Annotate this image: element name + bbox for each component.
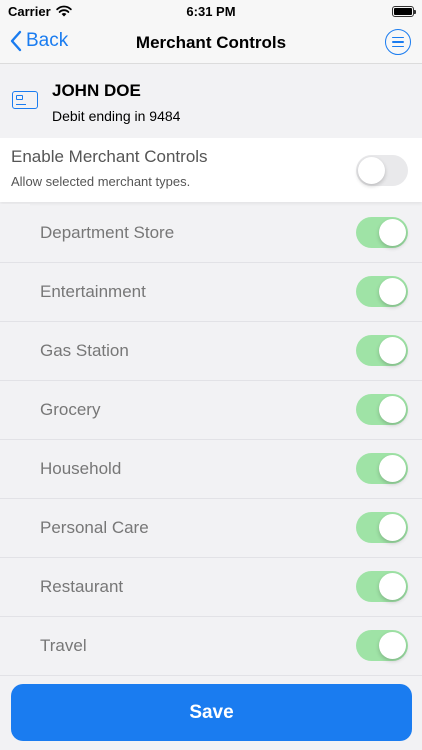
menu-button[interactable]	[385, 29, 411, 55]
toggle-knob	[379, 632, 406, 659]
card-info: JOHN DOE Debit ending in 9484	[0, 65, 422, 137]
merchant-row: Entertainment	[0, 263, 422, 322]
cardholder-name: JOHN DOE	[52, 81, 141, 100]
merchant-label: Household	[40, 459, 122, 478]
toggle-knob	[358, 157, 385, 184]
merchant-toggle[interactable]	[356, 276, 408, 307]
merchant-label: Entertainment	[40, 282, 146, 301]
battery-icon	[392, 5, 416, 17]
status-left: Carrier	[8, 4, 72, 19]
toggle-knob	[379, 573, 406, 600]
merchant-label: Travel	[40, 636, 87, 655]
merchant-label: Department Store	[40, 223, 175, 242]
merchant-row: Grocery	[0, 381, 422, 440]
merchant-list: Department Store Entertainment Gas Station…	[0, 204, 422, 676]
menu-icon	[392, 36, 404, 39]
toggle-knob	[379, 219, 406, 246]
merchant-label: Restaurant	[40, 577, 124, 596]
merchant-label: Gas Station	[40, 341, 129, 360]
enable-merchant-controls-row: Enable Merchant Controls Allow selected …	[0, 138, 422, 202]
merchant-row: Travel	[0, 617, 422, 676]
toggle-knob	[379, 514, 406, 541]
enable-subtitle: Allow selected merchant types.	[11, 174, 191, 189]
merchant-toggle[interactable]	[356, 512, 408, 543]
wifi-icon	[55, 5, 72, 17]
merchant-row: Household	[0, 440, 422, 499]
merchant-label: Grocery	[40, 400, 101, 419]
toggle-knob	[379, 337, 406, 364]
credit-card-icon	[12, 91, 38, 109]
toggle-knob	[379, 396, 406, 423]
toggle-knob	[379, 278, 406, 305]
page-title: Merchant Controls	[135, 32, 287, 52]
merchant-row: Restaurant	[0, 558, 422, 617]
enable-merchant-controls-toggle[interactable]	[356, 155, 408, 186]
carrier-label: Carrier	[8, 3, 51, 19]
card-subtitle: Debit ending in 9484	[52, 108, 181, 124]
save-button[interactable]: Save	[11, 684, 412, 741]
merchant-toggle[interactable]	[356, 630, 408, 661]
status-bar: Carrier 6:31 PM	[0, 0, 422, 22]
merchant-label: Personal Care	[40, 518, 149, 537]
merchant-toggle[interactable]	[356, 394, 408, 425]
merchant-toggle[interactable]	[356, 453, 408, 484]
navigation-bar: Back Merchant Controls	[0, 22, 422, 64]
merchant-toggle[interactable]	[356, 571, 408, 602]
merchant-toggle[interactable]	[356, 335, 408, 366]
toggle-knob	[379, 455, 406, 482]
merchant-row: Department Store	[0, 204, 422, 263]
merchant-row: Personal Care	[0, 499, 422, 558]
enable-title: Enable Merchant Controls	[11, 147, 208, 166]
merchant-row: Gas Station	[0, 322, 422, 381]
merchant-toggle[interactable]	[356, 217, 408, 248]
